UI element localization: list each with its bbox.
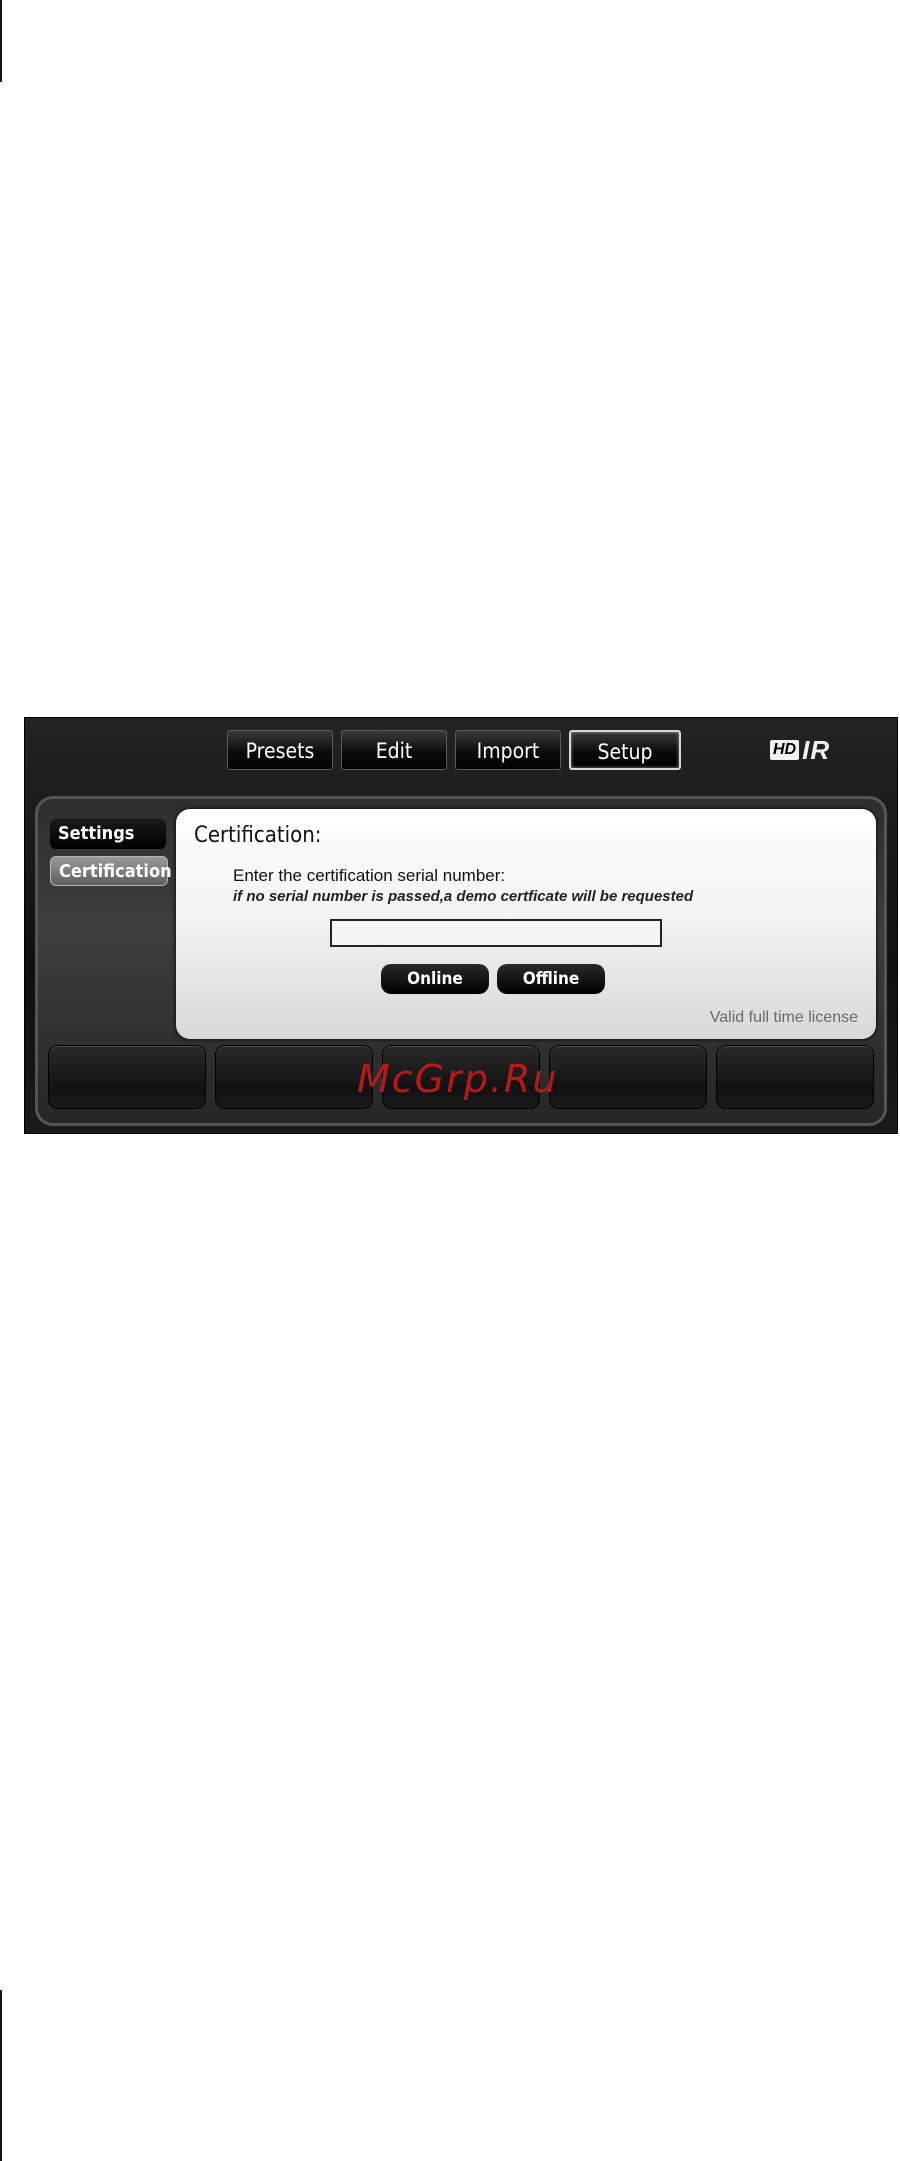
pad-button-4[interactable]	[549, 1045, 707, 1109]
watermark-text: McGrp.Ru	[357, 1057, 559, 1101]
certification-panel: Certification: Enter the certification s…	[176, 809, 876, 1039]
top-navigation-bar: Presets Edit Import Setup HD IR	[25, 718, 897, 784]
brand-hd-badge: HD	[770, 740, 800, 760]
pad-button-5[interactable]	[716, 1045, 874, 1109]
page-edge-mark-bottom	[0, 1990, 2, 2161]
serial-hint: if no serial number is passed,a demo cer…	[233, 888, 694, 905]
pad-button-1[interactable]	[48, 1045, 206, 1109]
sidebar-item-certification[interactable]: Certification	[50, 856, 172, 886]
tab-import[interactable]: Import	[455, 730, 561, 770]
serial-number-input[interactable]	[330, 919, 662, 947]
page-edge-mark-top	[0, 0, 2, 82]
pad-button-2[interactable]	[215, 1045, 373, 1109]
panel-title: Certification:	[194, 823, 322, 848]
tab-setup[interactable]: Setup	[569, 730, 681, 770]
sidebar-item-settings[interactable]: Settings	[50, 819, 166, 849]
online-button[interactable]: Online	[381, 964, 489, 994]
offline-button[interactable]: Offline	[497, 964, 605, 994]
brand-logo: HD IR	[770, 734, 831, 765]
tab-edit[interactable]: Edit	[341, 730, 447, 770]
serial-instruction: Enter the certification serial number:	[233, 866, 506, 885]
license-status: Valid full time license	[709, 1009, 858, 1026]
tab-presets[interactable]: Presets	[227, 730, 333, 770]
brand-ir-text: IR	[802, 734, 831, 765]
